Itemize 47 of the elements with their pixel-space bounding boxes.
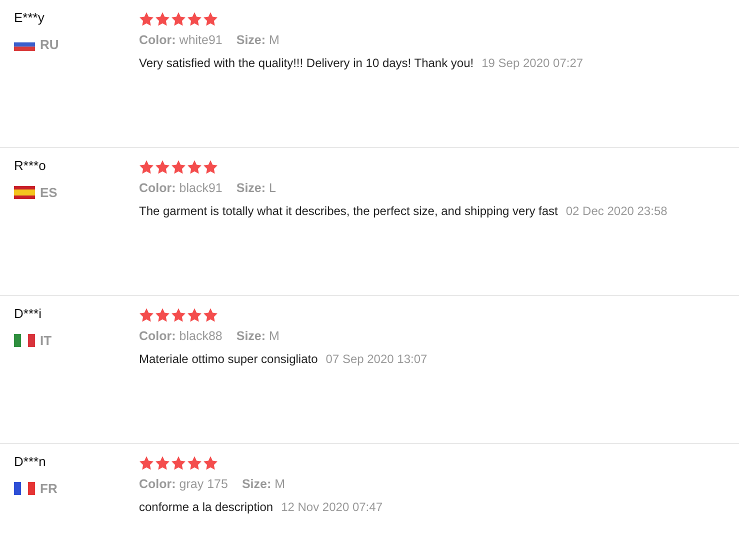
country-code: IT [40,333,52,348]
star-icon [171,12,186,26]
review-date: 12 Nov 2020 07:47 [281,500,382,514]
star-icon [155,160,170,174]
star-icon [203,456,218,470]
reviewer-name: D***n [14,454,47,469]
reviewer-name: E***y [14,10,46,25]
star-icon [203,308,218,322]
review-text: conforme a la description [139,500,274,514]
size-attribute: Size: M [236,329,280,343]
review-date: 19 Sep 2020 07:27 [482,56,584,70]
star-icon [155,12,170,26]
star-icon [203,160,218,174]
star-icon [139,12,154,26]
star-icon [187,456,202,470]
star-icon [171,308,186,322]
review-date: 02 Dec 2020 23:58 [566,204,668,218]
reviewer-name: R***o [14,158,47,173]
star-icon [203,12,218,26]
star-icon [155,456,170,470]
star-icon [139,160,154,174]
review-text: The garment is totally what it describes, the perfect size, and shipping very fast [139,204,558,218]
star-icon [171,160,186,174]
review-date: 07 Sep 2020 13:07 [326,352,428,366]
star-icon [187,12,202,26]
review-text: Materiale ottimo super consigliato [139,352,318,366]
star-icon [187,308,202,322]
flag-icon [14,482,35,495]
star-icon [187,160,202,174]
size-attribute: Size: M [242,477,286,491]
star-icon [139,308,154,322]
star-icon [139,456,154,470]
reviewer-name: D***i [14,306,42,321]
color-attribute: Color: white91 [139,33,222,47]
flag-icon [14,186,35,199]
country-code: ES [40,185,58,200]
star-icon [171,456,186,470]
country-code: RU [40,37,59,52]
color-attribute: Color: black91 [139,181,222,195]
flag-icon [14,334,35,347]
size-attribute: Size: L [236,181,276,195]
color-attribute: Color: black88 [139,329,222,343]
star-icon [155,308,170,322]
country-code: FR [40,481,58,496]
size-attribute: Size: M [236,33,280,47]
color-attribute: Color: gray 175 [139,477,228,491]
review-text: Very satisfied with the quality!!! Delivery in 10 days! Thank you! [139,56,474,70]
